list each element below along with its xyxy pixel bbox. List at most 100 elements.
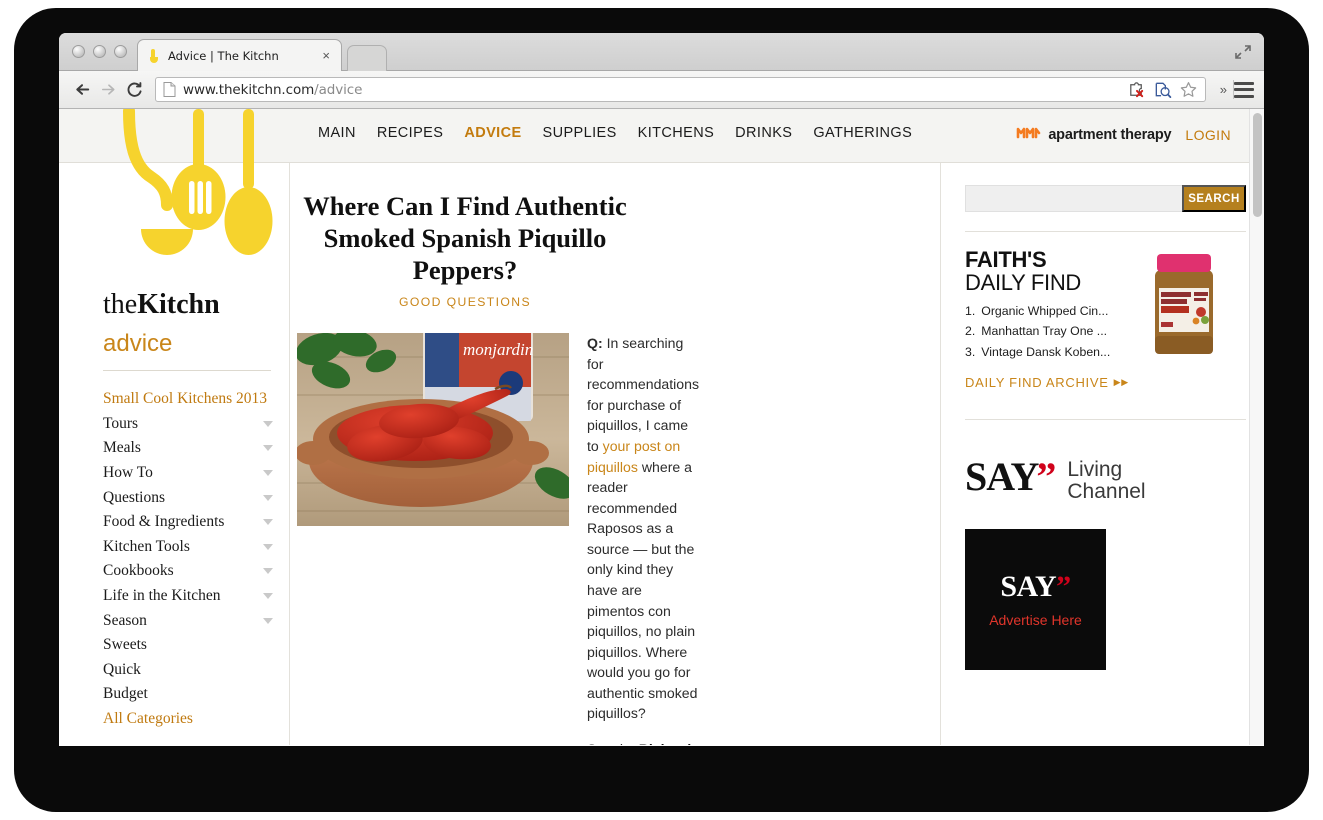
article-piquillo-peppers: Where Can I Find Authentic Smoked Spanis…: [291, 163, 699, 745]
browser-tab-advice[interactable]: Advice | The Kitchn ×: [137, 39, 342, 71]
nav-item-recipes[interactable]: RECIPES: [377, 125, 443, 141]
sent-by-name: Richard: [639, 741, 691, 745]
address-bar[interactable]: www.thekitchn.com/advice: [155, 77, 1206, 102]
page-search-icon[interactable]: [1153, 80, 1172, 99]
sidebar-item-sweets[interactable]: Sweets: [103, 633, 275, 658]
site-brand[interactable]: theKitchn: [103, 289, 220, 321]
item-number: 3.: [965, 344, 976, 359]
chevron-down-icon[interactable]: [263, 568, 273, 575]
new-tab-button[interactable]: [347, 45, 387, 71]
page-body: theKitchn advice Small Cool Kitchens 201…: [59, 109, 1249, 745]
nav-item-drinks[interactable]: DRINKS: [735, 125, 792, 141]
search-input[interactable]: [965, 185, 1182, 212]
apartment-therapy-wordmark: apartment therapy: [1048, 126, 1172, 143]
url-host: www.thekitchn.com: [183, 81, 315, 98]
item-label: Manhattan Tray One ...: [981, 324, 1108, 339]
daily-find-archive-link[interactable]: DAILY FIND ARCHIVE ▶▶: [965, 375, 1129, 390]
nav-item-kitchens[interactable]: KITCHENS: [638, 125, 715, 141]
browser-window: Advice | The Kitchn × www.thekitchn.com/…: [59, 33, 1264, 746]
list-item[interactable]: 3. Vintage Dansk Koben...: [965, 342, 1133, 362]
login-link[interactable]: LOGIN: [1185, 127, 1231, 143]
sidebar-item-meals[interactable]: Meals: [103, 436, 275, 461]
chevron-down-icon[interactable]: [263, 543, 273, 550]
chevron-down-icon[interactable]: [263, 445, 273, 452]
sidebar-divider: [965, 419, 1246, 421]
daily-find-product-image[interactable]: [1147, 252, 1221, 356]
svg-text:monjardin: monjardin: [463, 340, 533, 359]
question-part-2: where a reader recommended Raposos as a …: [587, 458, 698, 722]
chevron-down-icon[interactable]: [263, 519, 273, 526]
nav-item-gatherings[interactable]: GATHERINGS: [813, 125, 912, 141]
item-number: 1.: [965, 304, 976, 319]
brand-the: the: [103, 289, 138, 320]
item-label: Organic Whipped Cin...: [981, 304, 1109, 319]
forward-arrow-icon[interactable]: [95, 77, 121, 103]
puzzle-blocked-icon[interactable]: [1127, 80, 1146, 99]
sidebar-item-quick[interactable]: Quick: [103, 658, 275, 683]
apartment-therapy-link[interactable]: apartment therapy: [1016, 124, 1172, 145]
site-main-nav: MAIN RECIPES ADVICE SUPPLIES KITCHENS DR…: [318, 125, 912, 141]
hamburger-menu-icon[interactable]: [1234, 81, 1254, 98]
article-title[interactable]: Where Can I Find Authentic Smoked Spanis…: [291, 163, 639, 286]
chevron-down-icon[interactable]: [263, 617, 273, 624]
url-text: www.thekitchn.com/advice: [183, 82, 362, 98]
close-window-button[interactable]: [72, 45, 85, 58]
list-item[interactable]: 2. Manhattan Tray One ...: [965, 321, 1133, 341]
chevron-down-icon[interactable]: [263, 494, 273, 501]
article-photo-piquillo[interactable]: monjardin: [297, 333, 569, 527]
nav-item-advice[interactable]: ADVICE: [464, 125, 521, 141]
search-form: SEARCH: [965, 185, 1246, 212]
chevron-down-icon[interactable]: [263, 593, 273, 600]
nav-item-main[interactable]: MAIN: [318, 125, 356, 141]
scrollbar-thumb[interactable]: [1253, 113, 1262, 217]
toolbar-overflow-icon[interactable]: »: [1214, 82, 1233, 97]
close-icon[interactable]: ×: [319, 49, 333, 62]
say-advertise-here-ad[interactable]: SAY” Advertise Here: [965, 529, 1106, 671]
sidebar-item-cookbooks[interactable]: Cookbooks: [103, 559, 275, 584]
say-ad-subtitle: Advertise Here: [989, 611, 1082, 628]
brand-kitchn: Kitchn: [137, 289, 220, 320]
sidebar-item-life-in-the-kitchen[interactable]: Life in the Kitchen: [103, 584, 275, 609]
page-scrollbar[interactable]: [1249, 109, 1264, 745]
say-subtitle-line1: Living: [1067, 458, 1123, 482]
list-item[interactable]: 1. Organic Whipped Cin...: [965, 301, 1133, 321]
sidebar-item-questions[interactable]: Questions: [103, 485, 275, 510]
bookmark-star-icon[interactable]: [1179, 80, 1198, 99]
article-kicker[interactable]: GOOD QUESTIONS: [291, 295, 639, 309]
browser-toolbar: www.thekitchn.com/advice »: [59, 71, 1264, 109]
say-subtitle: Living Channel: [1067, 458, 1145, 503]
daily-find-title-line2: DAILY FIND: [965, 270, 1081, 296]
kitchn-favicon-icon: [146, 48, 162, 64]
say-ad-quote-icon: ”: [1056, 569, 1071, 603]
header-right-group: apartment therapy LOGIN: [1016, 124, 1231, 145]
sidebar-item-kitchen-tools[interactable]: Kitchen Tools: [103, 535, 275, 560]
screenshot-root: Advice | The Kitchn × www.thekitchn.com/…: [0, 0, 1323, 820]
question-label: Q:: [587, 335, 603, 352]
sidebar-item-label: Meals: [103, 439, 141, 457]
back-arrow-icon[interactable]: [69, 77, 95, 103]
search-button[interactable]: SEARCH: [1182, 185, 1246, 212]
nav-item-supplies[interactable]: SUPPLIES: [543, 125, 617, 141]
sidebar-item-label: Budget: [103, 685, 148, 703]
zoom-window-button[interactable]: [114, 45, 127, 58]
url-path: /advice: [314, 81, 363, 98]
sidebar-item-label: How To: [103, 464, 153, 482]
maximize-icon[interactable]: [1234, 44, 1252, 60]
say-wordmark: SAY: [965, 454, 1039, 500]
reload-icon[interactable]: [121, 77, 147, 103]
window-traffic-lights: [72, 45, 127, 58]
chevron-down-icon[interactable]: [263, 420, 273, 427]
sidebar-item-label: Quick: [103, 660, 141, 678]
sidebar-item-all-categories[interactable]: All Categories: [103, 707, 275, 732]
say-living-channel-logo[interactable]: SAY ” Living Channel: [965, 454, 1246, 503]
sidebar-item-tours[interactable]: Tours: [103, 412, 275, 437]
sidebar-item-how-to[interactable]: How To: [103, 461, 275, 486]
minimize-window-button[interactable]: [93, 45, 106, 58]
sidebar-item-food-and-ingredients[interactable]: Food & Ingredients: [103, 510, 275, 535]
omnibox-actions: [1127, 80, 1198, 99]
sidebar-item-season[interactable]: Season: [103, 608, 275, 633]
chevron-down-icon[interactable]: [263, 470, 273, 477]
sidebar-item-small-cool-kitchens-2013[interactable]: Small Cool Kitchens 2013: [103, 387, 275, 412]
kitchn-utensils-logo-icon: [103, 109, 303, 279]
sidebar-item-budget[interactable]: Budget: [103, 682, 275, 707]
